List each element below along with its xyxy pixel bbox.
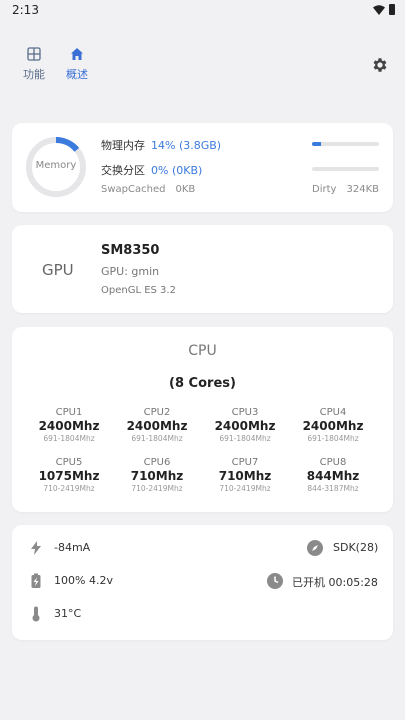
cpu-core-name: CPU1 <box>55 407 83 418</box>
cpu-core: CPU5 1075Mhz 710-2419Mhz <box>29 457 109 493</box>
cpu-core-name: CPU6 <box>143 457 171 468</box>
cpu-core-range: 691-1804Mhz <box>307 434 359 443</box>
cpu-core-name: CPU5 <box>55 457 83 468</box>
cpu-core: CPU3 2400Mhz 691-1804Mhz <box>205 407 285 443</box>
cpu-core-frequency: 2400Mhz <box>126 419 188 433</box>
cpu-core-range: 710-2419Mhz <box>219 484 271 493</box>
gpu-label: GPU <box>42 261 74 279</box>
cpu-core-range: 844-3187Mhz <box>307 484 359 493</box>
gpu-card[interactable]: GPU SM8350 GPU: gmin OpenGL ES 3.2 <box>12 225 393 313</box>
cpu-core-name: CPU2 <box>143 407 171 418</box>
swap-value: 0% (0KB) <box>151 164 203 177</box>
sdk-value: SDK(28) <box>333 541 379 554</box>
cpu-core-name: CPU8 <box>319 457 347 468</box>
tab-overview[interactable]: 概述 <box>57 44 97 82</box>
memory-card[interactable]: Memory 物理内存 14% (3.8GB) 交换分区 0% (0KB) Swap… <box>12 123 393 212</box>
temperature-value: 31°C <box>54 607 82 620</box>
cpu-core-count: (8 Cores) <box>169 376 236 391</box>
cpu-core: CPU2 2400Mhz 691-1804Mhz <box>117 407 197 443</box>
physical-memory-bar <box>312 142 379 146</box>
gpu-api: OpenGL ES 3.2 <box>101 285 176 296</box>
swapcached-label: SwapCached <box>101 184 166 195</box>
battery-charging-icon <box>31 573 41 588</box>
dirty-row: Dirty 324KB <box>312 184 379 195</box>
cpu-card[interactable]: CPU (8 Cores) CPU1 2400Mhz 691-1804Mhz CPU2… <box>12 327 393 512</box>
cpu-core-range: 691-1804Mhz <box>219 434 271 443</box>
cpu-core-frequency: 844Mhz <box>306 469 360 483</box>
clock-icon <box>267 573 283 589</box>
dirty-label: Dirty <box>312 184 337 195</box>
physical-memory-row: 物理内存 14% (3.8GB) <box>101 137 221 153</box>
lightning-icon <box>31 541 41 555</box>
cpu-core-range: 710-2419Mhz <box>131 484 183 493</box>
tab-functions[interactable]: 功能 <box>14 44 54 82</box>
cpu-core-frequency: 2400Mhz <box>38 419 100 433</box>
cpu-core-name: CPU7 <box>231 457 259 468</box>
cpu-core-frequency: 710Mhz <box>130 469 184 483</box>
gpu-model: SM8350 <box>101 243 160 258</box>
current-value: -84mA <box>54 541 91 554</box>
physical-memory-value: 14% (3.8GB) <box>151 139 222 152</box>
cpu-core: CPU7 710Mhz 710-2419Mhz <box>205 457 285 493</box>
swap-bar <box>312 167 379 171</box>
cpu-core-range: 691-1804Mhz <box>43 434 95 443</box>
physical-memory-label: 物理内存 <box>101 139 145 152</box>
physical-memory-bar-fill <box>312 142 322 146</box>
swapcached-row: SwapCached 0KB <box>101 184 195 195</box>
cpu-core-frequency: 2400Mhz <box>214 419 276 433</box>
cpu-core: CPU8 844Mhz 844-3187Mhz <box>293 457 373 493</box>
cpu-title: CPU <box>188 343 217 359</box>
system-status-card[interactable]: -84mA SDK(28) 100% 4.2v 已开机 00:05:28 31°… <box>12 525 393 640</box>
grid-icon <box>27 47 41 61</box>
compass-icon <box>307 540 323 556</box>
cpu-core-name: CPU4 <box>319 407 347 418</box>
gear-icon[interactable] <box>371 56 389 74</box>
top-navigation: 功能 概述 <box>0 44 405 86</box>
home-icon <box>71 48 83 60</box>
clock: 2:13 <box>12 3 39 17</box>
uptime-value: 已开机 00:05:28 <box>292 576 378 589</box>
swapcached-value: 0KB <box>175 184 196 195</box>
status-bar: 2:13 <box>0 0 405 22</box>
tab-functions-label: 功能 <box>23 68 45 81</box>
cpu-core: CPU1 2400Mhz 691-1804Mhz <box>29 407 109 443</box>
cpu-core-frequency: 710Mhz <box>218 469 272 483</box>
cpu-core-frequency: 1075Mhz <box>38 469 100 483</box>
memory-ring-label: Memory <box>35 160 77 171</box>
battery-value: 100% 4.2v <box>54 574 113 587</box>
cpu-core-frequency: 2400Mhz <box>302 419 364 433</box>
cpu-core: CPU4 2400Mhz 691-1804Mhz <box>293 407 373 443</box>
thermometer-icon <box>32 606 40 622</box>
swap-row: 交换分区 0% (0KB) <box>101 162 202 178</box>
swap-label: 交换分区 <box>101 164 145 177</box>
wifi-icon <box>373 5 385 15</box>
cpu-core-name: CPU3 <box>231 407 259 418</box>
tab-overview-label: 概述 <box>66 68 88 81</box>
dirty-value: 324KB <box>346 184 379 195</box>
cpu-core-range: 691-1804Mhz <box>131 434 183 443</box>
cpu-core-range: 710-2419Mhz <box>43 484 95 493</box>
battery-icon <box>389 4 395 15</box>
cpu-core: CPU6 710Mhz 710-2419Mhz <box>117 457 197 493</box>
gpu-name: GPU: gmin <box>101 265 160 278</box>
